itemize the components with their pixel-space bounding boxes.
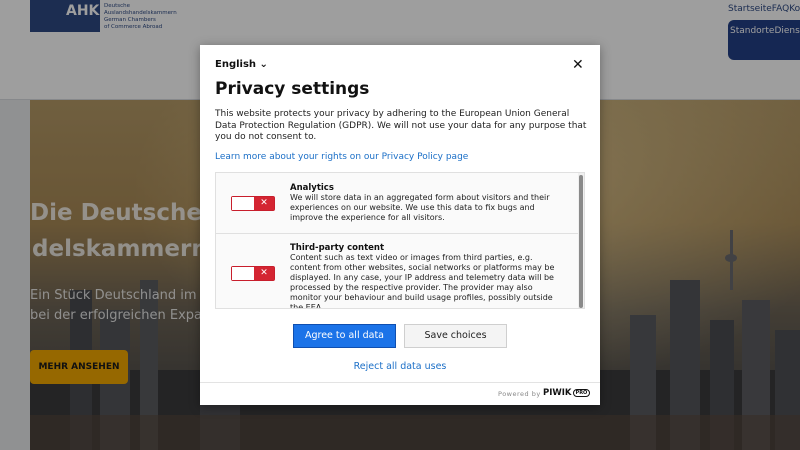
language-selector[interactable]: English ⌄ (215, 59, 268, 70)
analytics-toggle[interactable]: ✕ (231, 196, 275, 211)
close-icon: ✕ (254, 267, 274, 280)
toggle-track (232, 267, 254, 280)
piwik-pro-logo[interactable]: PIWIK PRO (543, 388, 591, 398)
dialog-footer: Powered by PIWIK PRO (200, 382, 600, 405)
pro-badge: PRO (572, 388, 591, 397)
piwik-wordmark: PIWIK (543, 388, 572, 398)
language-label: English (215, 59, 257, 70)
chevron-down-icon: ⌄ (259, 59, 268, 70)
consent-item-third-party: ✕ Third-party content Content such as te… (216, 234, 579, 309)
save-choices-button[interactable]: Save choices (404, 324, 507, 348)
agree-all-button[interactable]: Agree to all data uses (293, 324, 396, 363)
consent-list[interactable]: ✕ Analytics We will store data in an agg… (215, 172, 585, 309)
consent-description: We will store data in an aggregated form… (290, 193, 550, 222)
privacy-settings-dialog: English ⌄ ✕ Privacy settings This websit… (200, 45, 600, 405)
powered-by-label: Powered by (498, 390, 541, 398)
dialog-title: Privacy settings (215, 79, 370, 99)
consent-title: Third-party content (290, 243, 385, 253)
scrollbar-thumb[interactable] (579, 175, 583, 308)
consent-item-analytics: ✕ Analytics We will store data in an agg… (216, 173, 579, 234)
consent-title: Analytics (290, 183, 334, 193)
dialog-intro-text: This website protects your privacy by ad… (215, 109, 587, 142)
consent-description: Content such as text video or images fro… (290, 253, 555, 309)
privacy-policy-link[interactable]: Learn more about your rights on our Priv… (215, 152, 468, 162)
scrollbar[interactable] (578, 173, 584, 308)
close-icon: ✕ (254, 197, 274, 210)
toggle-track (232, 197, 254, 210)
reject-all-button[interactable]: Reject all data uses (200, 361, 600, 372)
third-party-toggle[interactable]: ✕ (231, 266, 275, 281)
close-icon[interactable]: ✕ (572, 57, 584, 73)
